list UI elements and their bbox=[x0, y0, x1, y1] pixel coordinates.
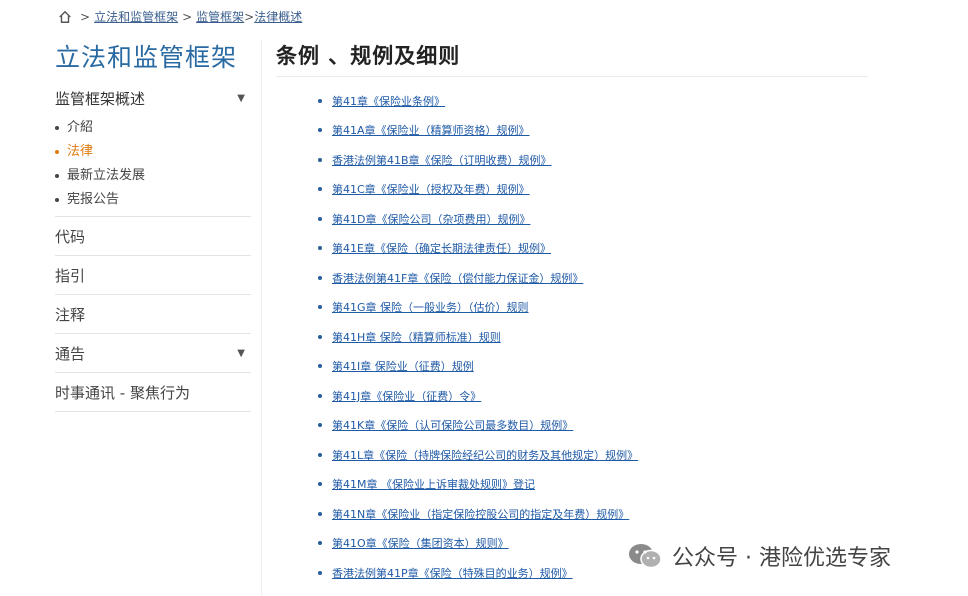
sidebar-subitem-gazette[interactable]: 宪报公告 bbox=[55, 188, 251, 212]
ordinance-link[interactable]: 第41J章《保险业（征费）令》 bbox=[332, 388, 481, 404]
ordinance-link[interactable]: 第41C章《保险业（授权及年费）规例》 bbox=[332, 181, 530, 197]
title-divider bbox=[276, 76, 868, 77]
breadcrumb-legislation-overview[interactable]: 法律概述 bbox=[254, 8, 302, 25]
caret-down-icon[interactable]: ▼ bbox=[237, 93, 245, 104]
ordinance-link[interactable]: 第41M章 《保险业上诉审裁处规则》登记 bbox=[332, 476, 535, 492]
bullet-icon bbox=[318, 128, 322, 133]
ordinance-link[interactable]: 第41L章《保险（持牌保险经纪公司的财务及其他规定）规例》 bbox=[332, 447, 638, 463]
bullet-icon bbox=[318, 216, 322, 221]
bullet-icon bbox=[318, 364, 322, 369]
ordinance-link[interactable]: 第41D章《保险公司（杂项费用）规例》 bbox=[332, 211, 530, 227]
bullet-icon bbox=[318, 334, 322, 339]
list-item: 香港法例第41B章《保险（订明收费）规例》 bbox=[318, 145, 638, 175]
ordinance-link[interactable]: 第41章《保险业条例》 bbox=[332, 93, 445, 109]
sidebar-subitem-intro[interactable]: 介紹 bbox=[55, 116, 251, 140]
list-item: 第41J章《保险业（征费）令》 bbox=[318, 381, 638, 411]
ordinance-link[interactable]: 第41K章《保险（认可保险公司最多数目）规例》 bbox=[332, 417, 573, 433]
list-item: 第41H章 保险（精算师标准）规则 bbox=[318, 322, 638, 352]
sidebar-title: 立法和监管框架 bbox=[55, 43, 238, 72]
bullet-icon bbox=[318, 305, 322, 310]
caret-down-icon[interactable]: ▼ bbox=[237, 348, 245, 359]
bullet-icon bbox=[318, 511, 322, 516]
breadcrumb-legislative-framework[interactable]: 立法和监管框架 bbox=[94, 8, 178, 25]
sidebar-section-label: 监管框架概述 bbox=[55, 89, 146, 108]
bullet-icon bbox=[318, 541, 322, 546]
sidebar-section-overview[interactable]: 监管框架概述 ▼ bbox=[55, 84, 251, 112]
breadcrumb-separator: > bbox=[80, 9, 91, 24]
list-item: 第41L章《保险（持牌保险经纪公司的财务及其他规定）规例》 bbox=[318, 440, 638, 470]
list-item: 第41A章《保险业（精算师资格）规例》 bbox=[318, 116, 638, 146]
bullet-icon bbox=[318, 187, 322, 192]
bullet-icon bbox=[318, 482, 322, 487]
list-item: 第41D章《保险公司（杂项费用）规例》 bbox=[318, 204, 638, 234]
ordinance-link[interactable]: 第41O章《保险（集团资本）规则》 bbox=[332, 535, 509, 551]
sidebar-item-codes[interactable]: 代码 bbox=[55, 216, 251, 255]
bullet-icon bbox=[55, 126, 59, 130]
ordinance-link[interactable]: 第41E章《保险（确定长期法律责任）规例》 bbox=[332, 240, 551, 256]
column-divider bbox=[261, 40, 262, 596]
bullet-icon bbox=[318, 452, 322, 457]
sidebar: 立法和监管框架 监管框架概述 ▼ 介紹 法律 最新立法发展 宪报公告 代码 指引… bbox=[55, 38, 251, 412]
list-item: 第41E章《保险（确定长期法律责任）规例》 bbox=[318, 234, 638, 264]
list-item: 第41K章《保险（认可保险公司最多数目）规例》 bbox=[318, 411, 638, 441]
bullet-icon bbox=[318, 275, 322, 280]
bullet-icon bbox=[55, 174, 59, 178]
sidebar-item-circulars[interactable]: 通告 ▼ bbox=[55, 333, 251, 372]
breadcrumb: > 立法和监管框架 > 监管框架 > 法律概述 bbox=[58, 8, 302, 25]
list-item: 香港法例第41P章《保险（特殊目的业务）规例》 bbox=[318, 558, 638, 588]
breadcrumb-regulatory-framework[interactable]: 监管框架 bbox=[196, 8, 244, 25]
bullet-icon bbox=[318, 423, 322, 428]
sidebar-subitem-latest-developments[interactable]: 最新立法发展 bbox=[55, 164, 251, 188]
ordinance-link[interactable]: 第41N章《保险业（指定保险控股公司的指定及年费）规例》 bbox=[332, 506, 629, 522]
list-item: 第41G章 保险（一般业务）（估价）规则 bbox=[318, 293, 638, 323]
ordinance-list: 第41章《保险业条例》 第41A章《保险业（精算师资格）规例》 香港法例第41B… bbox=[318, 86, 638, 588]
sidebar-item-notes[interactable]: 注释 bbox=[55, 294, 251, 333]
bullet-icon bbox=[55, 198, 59, 202]
ordinance-link[interactable]: 香港法例第41P章《保险（特殊目的业务）规例》 bbox=[332, 565, 573, 581]
bullet-icon bbox=[318, 246, 322, 251]
list-item: 第41I章 保险业（征费）规例 bbox=[318, 352, 638, 382]
breadcrumb-separator: > bbox=[182, 9, 193, 24]
list-item: 第41O章《保险（集团资本）规则》 bbox=[318, 529, 638, 559]
bullet-icon bbox=[318, 570, 322, 575]
watermark: 公众号 · 港险优选专家 bbox=[628, 540, 891, 572]
home-icon[interactable] bbox=[58, 10, 72, 24]
bullet-icon bbox=[55, 150, 59, 154]
list-item: 香港法例第41F章《保险（偿付能力保证金）规例》 bbox=[318, 263, 638, 293]
ordinance-link[interactable]: 第41A章《保险业（精算师资格）规例》 bbox=[332, 122, 530, 138]
sidebar-subitem-legislation[interactable]: 法律 bbox=[55, 140, 251, 164]
breadcrumb-separator: > bbox=[244, 9, 255, 24]
bullet-icon bbox=[318, 98, 322, 103]
wechat-icon bbox=[629, 544, 662, 569]
ordinance-link[interactable]: 第41H章 保险（精算师标准）规则 bbox=[332, 329, 501, 345]
bullet-icon bbox=[318, 157, 322, 162]
list-item: 第41章《保险业条例》 bbox=[318, 86, 638, 116]
watermark-text: 公众号 · 港险优选专家 bbox=[672, 546, 891, 571]
list-item: 第41N章《保险业（指定保险控股公司的指定及年费）规例》 bbox=[318, 499, 638, 529]
sidebar-sublist: 介紹 法律 最新立法发展 宪报公告 bbox=[55, 116, 251, 216]
ordinance-link[interactable]: 第41I章 保险业（征费）规例 bbox=[332, 358, 474, 374]
list-item: 第41M章 《保险业上诉审裁处规则》登记 bbox=[318, 470, 638, 500]
sidebar-item-guidelines[interactable]: 指引 bbox=[55, 255, 251, 294]
bullet-icon bbox=[318, 393, 322, 398]
list-item: 第41C章《保险业（授权及年费）规例》 bbox=[318, 175, 638, 205]
page-title: 条例 、规例及细则 bbox=[276, 44, 461, 68]
sidebar-item-newsletter[interactable]: 时事通讯 - 聚焦行为 bbox=[55, 372, 251, 412]
ordinance-link[interactable]: 香港法例第41F章《保险（偿付能力保证金）规例》 bbox=[332, 270, 583, 286]
ordinance-link[interactable]: 第41G章 保险（一般业务）（估价）规则 bbox=[332, 299, 529, 315]
ordinance-link[interactable]: 香港法例第41B章《保险（订明收费）规例》 bbox=[332, 152, 552, 168]
